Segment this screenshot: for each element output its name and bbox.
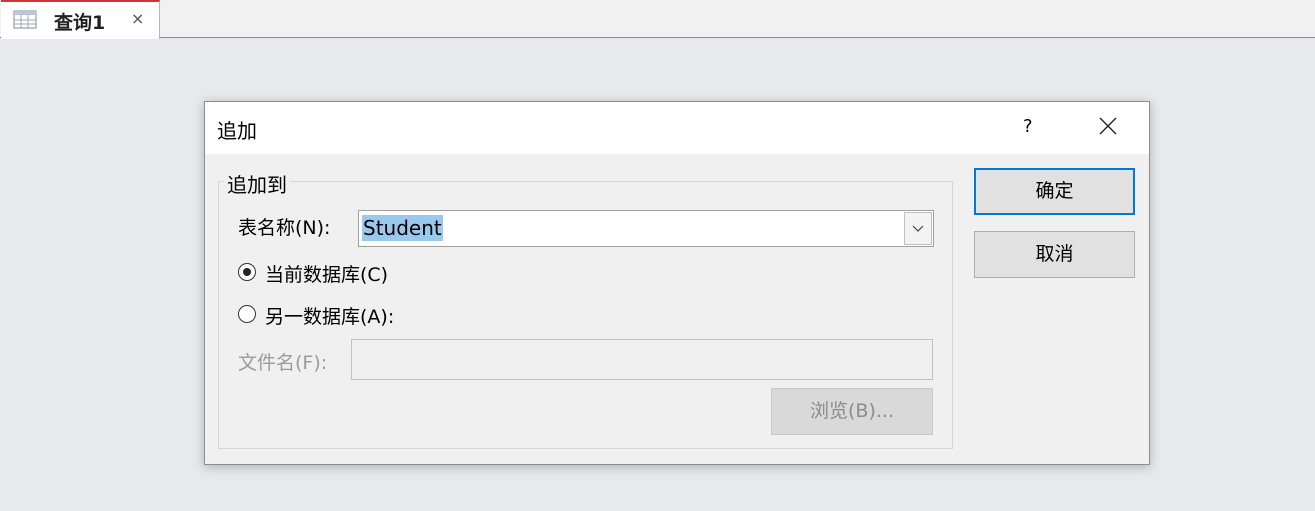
table-name-combobox[interactable]: Student <box>358 210 934 247</box>
current-database-label: 当前数据库(C) <box>265 264 389 286</box>
other-database-radio[interactable] <box>238 305 256 323</box>
current-database-radio[interactable] <box>238 263 256 281</box>
table-name-label: 表名称(N): <box>238 217 331 239</box>
dialog-title: 追加 <box>217 119 257 143</box>
dialog-titlebar: 追加 ? <box>205 102 1149 154</box>
other-database-label: 另一数据库(A): <box>265 306 395 328</box>
append-dialog: 追加 ? 追加到 表名称(N): Student 当前数据库(C) 另一数据库(… <box>204 101 1150 465</box>
chevron-down-icon[interactable] <box>904 212 932 245</box>
tab-close-icon[interactable]: × <box>131 9 144 28</box>
cancel-button[interactable]: 取消 <box>974 231 1135 278</box>
file-name-label: 文件名(F): <box>238 352 328 374</box>
query-icon <box>12 8 40 32</box>
tab-title: 查询1 <box>54 12 106 34</box>
close-icon[interactable] <box>1099 117 1117 135</box>
tab-query1[interactable]: 查询1 × <box>1 0 160 39</box>
append-to-group-label: 追加到 <box>224 169 290 198</box>
document-tab-bar: 查询1 × <box>0 0 1315 39</box>
ok-button[interactable]: 确定 <box>974 168 1135 215</box>
help-button[interactable]: ? <box>1023 116 1033 137</box>
browse-button[interactable]: 浏览(B)... <box>771 388 933 435</box>
file-name-input[interactable] <box>351 339 933 380</box>
table-name-value: Student <box>362 215 443 241</box>
